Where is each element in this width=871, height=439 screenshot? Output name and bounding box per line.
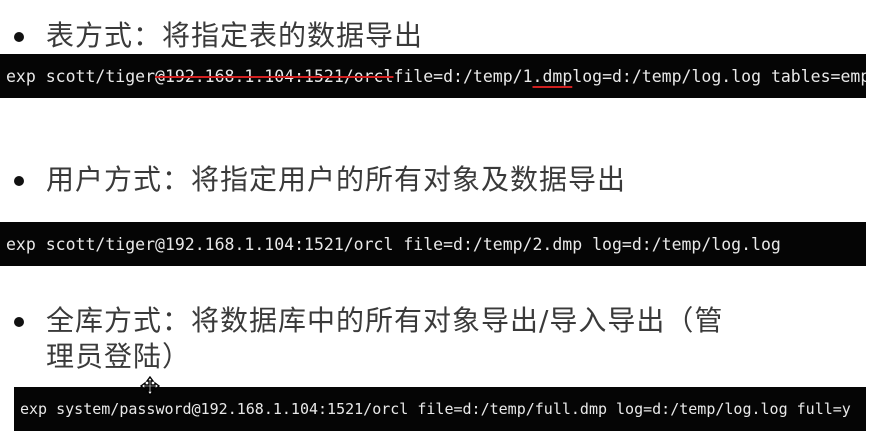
command-table-mode: exp scott/tiger @192.168.1.104:1521/orcl … (0, 54, 866, 98)
heading-full-mode-line2: 理员登陆） (46, 340, 192, 373)
heading-table-mode: 表方式：将指定表的数据导出 (46, 19, 424, 52)
bullet-dot (14, 176, 24, 186)
bullet-dot (14, 32, 24, 42)
bullet-full-mode: 全库方式：将数据库中的所有对象导出/导入导出（管 理员登陆） (8, 303, 723, 375)
cmd2-text: exp scott/tiger@192.168.1.104:1521/orcl … (6, 234, 781, 254)
move-cursor-icon (140, 376, 160, 396)
heading-user-mode: 用户方式：将指定用户的所有对象及数据导出 (46, 163, 627, 196)
bullet-table-mode: 表方式：将指定表的数据导出 (8, 18, 423, 54)
cmd1-underlined-ext: .dmp (532, 66, 573, 86)
cmd1-suffix: log=d:/temp/log.log tables=emp,dept (572, 66, 866, 86)
cmd1-struck-host: @192.168.1.104:1521/orcl (155, 66, 394, 86)
cmd1-mid: file=d:/temp/1 (393, 66, 533, 86)
command-user-mode: exp scott/tiger@192.168.1.104:1521/orcl … (0, 222, 866, 266)
cmd3-text: exp system/password@192.168.1.104:1521/o… (20, 400, 851, 418)
cmd1-prefix: exp scott/tiger (6, 66, 156, 86)
heading-full-mode-line1: 全库方式：将数据库中的所有对象导出/导入导出（管 (46, 304, 724, 337)
bullet-user-mode: 用户方式：将指定用户的所有对象及数据导出 (8, 162, 626, 198)
bullet-dot (14, 317, 24, 327)
